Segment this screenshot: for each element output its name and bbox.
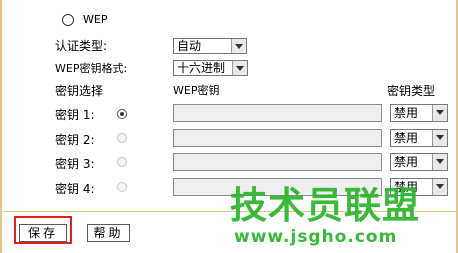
key-2-type-select[interactable]: 禁用 (390, 129, 448, 147)
key-3-type-value: 禁用 (394, 155, 419, 169)
auth-type-value: 自动 (177, 39, 202, 53)
key-1-radio[interactable] (117, 109, 127, 119)
chevron-down-icon[interactable] (432, 154, 447, 170)
auth-type-select[interactable]: 自动 (173, 38, 247, 54)
key-4-radio[interactable] (117, 182, 127, 192)
key-2-input[interactable] (173, 129, 382, 147)
chevron-down-icon[interactable] (432, 105, 447, 121)
site-watermark: 技术员联盟 www.jsgho.com (230, 186, 456, 250)
col-wep-key: WEP密钥 (173, 84, 220, 97)
wep-radio[interactable] (62, 14, 74, 26)
key-format-select[interactable]: 十六进制 (173, 60, 248, 76)
col-key-type: 密钥类型 (387, 84, 436, 98)
key-3-radio[interactable] (117, 157, 127, 167)
key-2-type-value: 禁用 (394, 131, 419, 145)
chevron-down-icon[interactable] (232, 61, 247, 75)
key-1-type-select[interactable]: 禁用 (390, 104, 448, 122)
watermark-url: www.jsgho.com (234, 227, 398, 247)
key-format-label: WEP密钥格式: (55, 62, 128, 75)
key-format-value: 十六进制 (177, 61, 226, 75)
key-2-radio[interactable] (117, 133, 127, 143)
key-1-type-value: 禁用 (394, 106, 419, 120)
help-button[interactable]: 帮助 (87, 224, 130, 242)
chevron-down-icon[interactable] (231, 39, 246, 53)
key-1-label: 密钥 1: (55, 108, 95, 122)
save-button[interactable]: 保存 (19, 224, 67, 242)
key-4-label: 密钥 4: (55, 182, 95, 196)
auth-type-label: 认证类型: (55, 39, 108, 53)
col-key-select: 密钥选择 (55, 84, 104, 98)
key-2-label: 密钥 2: (55, 133, 95, 147)
watermark-title: 技术员联盟 (230, 184, 420, 227)
key-3-label: 密钥 3: (55, 157, 95, 171)
key-3-input[interactable] (173, 153, 382, 171)
key-3-type-select[interactable]: 禁用 (390, 153, 448, 171)
wep-label: WEP (83, 13, 108, 26)
settings-frame: WEP 认证类型: 自动 WEP密钥格式: 十六进制 密钥选择 WEP密钥 密钥… (0, 0, 458, 253)
key-1-input[interactable] (173, 104, 382, 122)
chevron-down-icon[interactable] (432, 130, 447, 146)
